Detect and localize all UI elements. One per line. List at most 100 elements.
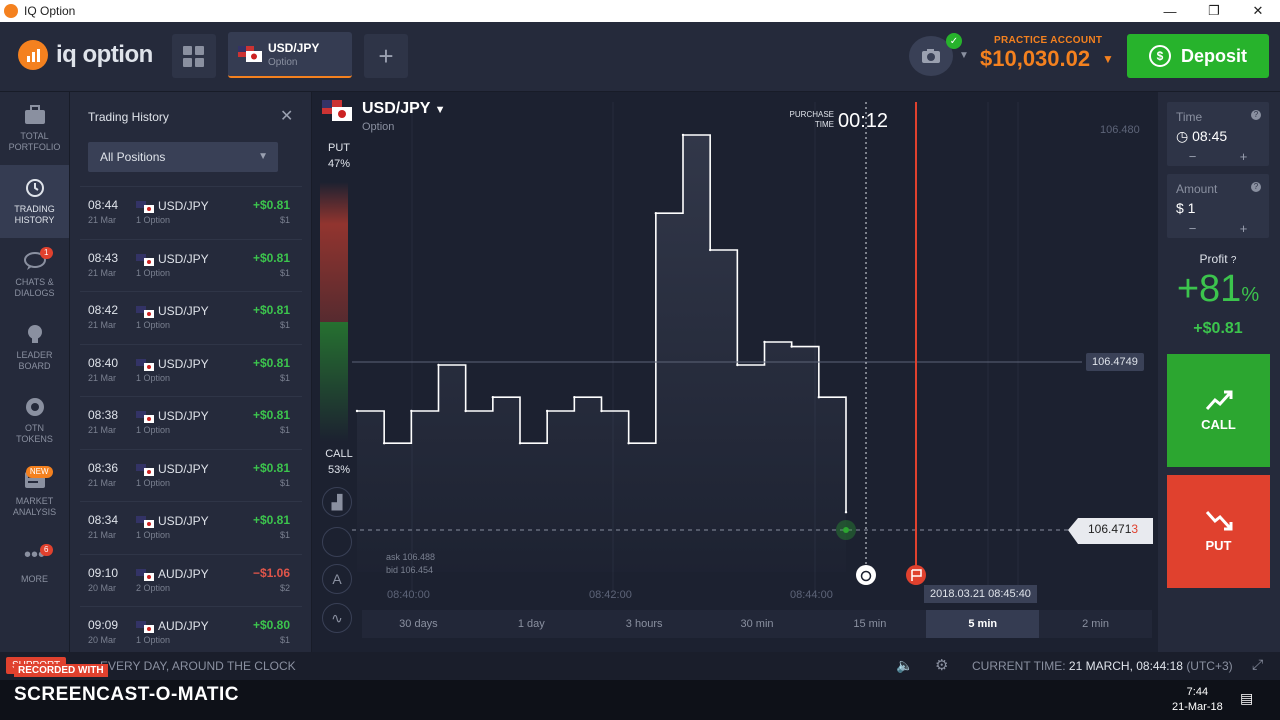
chart-type-icon[interactable]: ▟	[322, 487, 352, 517]
price-point	[355, 409, 359, 413]
fullscreen-icon[interactable]: ⤢	[1252, 656, 1263, 673]
deposit-label: Deposit	[1180, 45, 1247, 66]
notification-icon[interactable]: ▤	[1240, 690, 1253, 707]
currency-flag-icon	[136, 463, 154, 476]
period-5-min[interactable]: 5 min	[926, 610, 1040, 638]
trade-options: 1 Option	[136, 635, 171, 645]
sidebar-label: PORTFOLIO	[8, 141, 61, 152]
trade-date: 20 Mar	[88, 582, 117, 593]
history-row[interactable]: 08:43 21 Mar USD/JPY 1 Option +$0.81 $1	[80, 238, 302, 292]
trade-profit: +$0.81	[252, 460, 290, 475]
indicator-icon[interactable]	[322, 527, 352, 557]
trade-date: 21 Mar	[88, 372, 117, 383]
amount-minus-button[interactable]: −	[1167, 222, 1218, 238]
profit-amount: +$0.81	[1193, 320, 1243, 337]
sidebar-item-trading-history[interactable]: TRADING HISTORY	[0, 165, 69, 238]
amount-control[interactable]: Amount ? $ 1 − +	[1167, 174, 1269, 238]
brand-bars-icon	[18, 40, 48, 70]
sidebar-item-more[interactable]: ••• 6 MORE	[0, 530, 69, 603]
sidebar-label: TRADING	[14, 203, 55, 214]
sidebar-item-otn-tokens[interactable]: OTN TOKENS	[0, 384, 69, 457]
call-button[interactable]: CALL	[1167, 354, 1270, 467]
analysis-icon: NEW	[23, 465, 53, 490]
call-sentiment-bar	[320, 322, 348, 442]
time-plus-button[interactable]: +	[1218, 150, 1269, 166]
history-row[interactable]: 08:36 21 Mar USD/JPY 1 Option +$0.81 $1	[80, 448, 302, 502]
expiration-time-control[interactable]: Time ? ◷ 08:45 − +	[1167, 102, 1269, 166]
sidebar-item-chats[interactable]: 1 CHATS & DIALOGS	[0, 238, 69, 311]
history-row[interactable]: 08:42 21 Mar USD/JPY 1 Option +$0.81 $1	[80, 291, 302, 344]
period-30-min[interactable]: 30 min	[701, 610, 814, 638]
period-30-days[interactable]: 30 days	[362, 610, 475, 638]
recorded-with-label: RECORDED WITH	[14, 664, 108, 677]
sidebar-item-portfolio[interactable]: TOTAL PORTFOLIO	[0, 92, 69, 165]
help-icon[interactable]: ?	[1251, 110, 1261, 120]
history-row[interactable]: 08:38 21 Mar USD/JPY 1 Option +$0.81 $1	[80, 396, 302, 449]
sidebar-label: CHATS &	[15, 276, 54, 287]
chevron-down-icon[interactable]: ▼	[959, 50, 969, 61]
close-window-button[interactable]: ✕	[1236, 0, 1280, 22]
maximize-button[interactable]: ❐	[1192, 0, 1236, 22]
brand-logo[interactable]: iq option	[18, 40, 153, 70]
current-point	[843, 527, 849, 533]
amount-label: Amount	[1176, 182, 1218, 196]
add-asset-button[interactable]: +	[364, 34, 408, 78]
sidebar-item-leaderboard[interactable]: LEADER BOARD	[0, 311, 69, 384]
period-2-min[interactable]: 2 min	[1039, 610, 1152, 638]
price-point	[600, 409, 603, 413]
chart-asset-header[interactable]: USD/JPY ▼ Option	[322, 100, 446, 133]
history-row[interactable]: 08:34 21 Mar USD/JPY 1 Option +$0.81 $1	[80, 501, 302, 554]
taskbar-clock[interactable]: 7:44 21-Mar-18	[1172, 685, 1223, 715]
new-badge: NEW	[25, 465, 53, 478]
time-value[interactable]: ◷ 08:45	[1176, 128, 1227, 145]
volume-icon[interactable]: 🔈	[896, 657, 913, 674]
asset-tab-usdjpy[interactable]: USD/JPY Option	[228, 32, 352, 78]
history-row[interactable]: 09:10 20 Mar AUD/JPY 2 Option −$1.06 $2	[80, 553, 302, 607]
trade-asset: USD/JPY	[158, 199, 209, 213]
trade-date: 21 Mar	[88, 320, 117, 330]
help-icon[interactable]: ?	[1251, 182, 1261, 192]
amount-plus-button[interactable]: +	[1218, 222, 1269, 238]
trade-date: 21 Mar	[88, 267, 117, 278]
drawing-tools-icon[interactable]: A	[322, 564, 352, 594]
trade-asset: USD/JPY	[158, 304, 209, 318]
ask-bid-info: ask 106.488 bid 106.454	[386, 552, 436, 575]
trade-date: 21 Mar	[88, 425, 117, 435]
trade-time: 08:44	[88, 198, 119, 212]
trend-icon[interactable]: ∿	[322, 603, 352, 633]
history-row[interactable]: 09:09 20 Mar AUD/JPY 1 Option +$0.80 $1	[80, 606, 302, 652]
deposit-button[interactable]: $ Deposit	[1127, 34, 1269, 78]
time-minus-button[interactable]: −	[1167, 150, 1218, 166]
period-1-day[interactable]: 1 day	[475, 610, 588, 638]
asset-tab-name: USD/JPY	[268, 41, 320, 55]
price-chart[interactable]	[312, 92, 1158, 652]
currency-flag-icon	[136, 253, 154, 266]
trade-amount: $1	[279, 477, 290, 488]
positions-filter-select[interactable]: All Positions ▼	[88, 142, 278, 172]
price-point	[545, 409, 549, 413]
trade-amount: $1	[279, 320, 290, 330]
asset-tab-type: Option	[268, 57, 298, 68]
sidebar-item-market-analysis[interactable]: NEW MARKET ANALYSIS	[0, 457, 69, 530]
put-label: PUT	[1205, 538, 1232, 553]
close-icon[interactable]: ✕	[280, 106, 293, 126]
amount-input[interactable]: $ 1	[1176, 200, 1195, 216]
minimize-button[interactable]: —	[1148, 0, 1192, 22]
history-row[interactable]: 08:40 21 Mar USD/JPY 1 Option +$0.81 $1	[80, 343, 302, 397]
asset-grid-button[interactable]	[172, 34, 216, 78]
trade-time: 08:34	[88, 513, 119, 527]
check-icon: ✓	[946, 33, 962, 49]
trade-date: 21 Mar	[88, 530, 117, 540]
period-3-hours[interactable]: 3 hours	[588, 610, 701, 638]
profit-percentage: +81%	[1176, 268, 1260, 310]
brand-name: iq option	[56, 41, 153, 68]
trade-options: 1 Option	[136, 530, 171, 540]
trade-profit: +$0.81	[252, 250, 290, 265]
history-row[interactable]: 08:44 21 Mar USD/JPY 1 Option +$0.81 $1	[80, 186, 302, 239]
settings-gear-icon[interactable]: ⚙	[935, 656, 948, 674]
period-15-min[interactable]: 15 min	[813, 610, 926, 638]
put-button[interactable]: PUT	[1167, 475, 1270, 588]
currency-flag-icon	[136, 411, 154, 423]
sidebar-label: TOKENS	[16, 433, 53, 444]
practice-account-balance[interactable]: PRACTICE ACCOUNT $10,030.02 ▼	[980, 35, 1114, 72]
